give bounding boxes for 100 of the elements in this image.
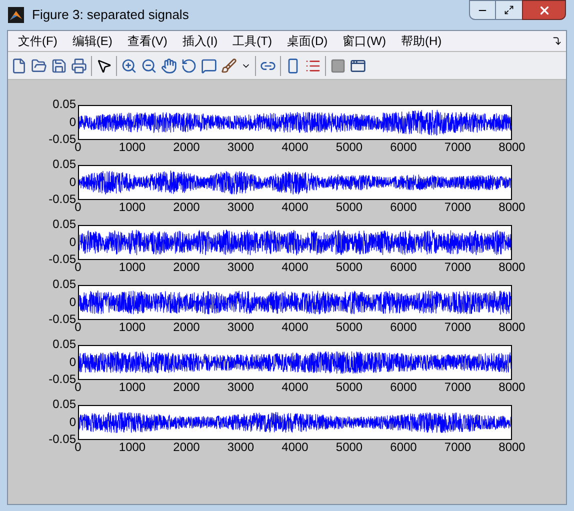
y-tick-label: -0.05 [48,133,76,145]
x-tick-label: 5000 [336,141,363,153]
y-tick-label: 0 [69,176,76,188]
x-tick-label: 0 [74,321,82,333]
y-tick-label: -0.05 [48,193,76,205]
square-icon[interactable] [330,58,346,74]
y-tick-label: 0.05 [52,98,76,110]
x-tick-label: 3000 [227,261,254,273]
y-tick-label: -0.05 [48,313,76,325]
menu-arrow-icon[interactable] [552,36,562,46]
menu-item[interactable]: 桌面(D) [280,32,334,50]
x-tick-label: 8000 [498,201,526,213]
y-tick-label: -0.05 [48,433,76,445]
y-tick-label: 0 [69,356,76,368]
close-button[interactable] [522,0,566,20]
y-tick-label: 0.05 [52,398,76,410]
x-tick-label: 7000 [444,441,472,453]
x-tick-label: 4000 [282,141,308,153]
y-tick-label: 0.05 [52,158,76,170]
x-tick-label: 1000 [118,381,146,393]
print-icon[interactable] [71,58,87,74]
y-tick-label: -0.05 [48,253,76,265]
x-tick-label: 5000 [336,261,363,273]
menu-item[interactable]: 工具(T) [226,32,278,50]
x-tick-label: 7000 [444,381,472,393]
x-tick-label: 2000 [173,321,200,333]
x-tick-label: 3000 [227,381,254,393]
x-tick-label: 0 [74,141,82,153]
x-tick-label: 5000 [336,321,363,333]
x-tick-label: 8000 [498,141,526,153]
x-tick-label: 6000 [390,261,417,273]
y-tick-label: 0 [69,416,76,428]
menu-item[interactable]: 编辑(E) [66,32,118,50]
x-tick-label: 3000 [227,201,254,213]
x-tick-label: 5000 [336,201,363,213]
x-tick-label: 4000 [282,321,308,333]
x-tick-label: 7000 [444,261,472,273]
menu-item[interactable]: 查看(V) [121,32,174,50]
x-tick-label: 6000 [390,321,417,333]
x-tick-label: 5000 [336,381,363,393]
brush-icon[interactable] [221,58,237,74]
x-tick-label: 3000 [227,141,254,153]
x-tick-label: 1000 [118,141,146,153]
zoom-in-icon[interactable] [121,58,137,74]
y-tick-label: 0 [69,296,76,308]
data-cursor-icon[interactable] [201,58,217,74]
x-tick-label: 1000 [118,321,146,333]
y-tick-label: 0.05 [52,338,76,350]
y-tick-label: 0.05 [52,218,76,230]
y-tick-label: -0.05 [48,373,76,385]
x-tick-label: 0 [74,201,82,213]
maximize-icon [504,5,514,15]
x-tick-label: 8000 [498,261,526,273]
x-tick-label: 1000 [118,201,146,213]
x-tick-label: 4000 [282,261,308,273]
x-tick-label: 8000 [498,381,526,393]
x-tick-label: 6000 [390,381,417,393]
pointer-icon[interactable] [96,58,112,74]
y-tick-label: 0 [69,236,76,248]
x-tick-label: 4000 [282,201,308,213]
new-file-icon[interactable] [11,58,27,74]
x-tick-label: 7000 [444,141,472,153]
x-tick-label: 7000 [444,201,472,213]
x-tick-label: 1000 [118,441,146,453]
x-tick-label: 4000 [282,441,308,453]
x-tick-label: 8000 [498,321,526,333]
app-icon [8,7,24,23]
window-title: Figure 3: separated signals [32,6,189,24]
x-tick-label: 6000 [390,201,417,213]
x-tick-label: 7000 [444,321,472,333]
x-tick-label: 3000 [227,321,254,333]
x-tick-label: 3000 [227,441,254,453]
legend-icon[interactable] [305,58,321,74]
x-tick-label: 2000 [173,381,200,393]
x-tick-label: 5000 [336,441,363,453]
y-tick-label: 0.05 [52,278,76,290]
x-tick-label: 4000 [282,381,308,393]
close-icon [538,4,550,16]
folder-icon[interactable] [31,58,47,74]
x-tick-label: 0 [74,261,82,273]
minimize-button[interactable] [469,0,496,20]
x-tick-label: 6000 [390,441,417,453]
hand-icon[interactable] [161,58,177,74]
save-icon[interactable] [51,58,67,74]
x-tick-label: 2000 [173,261,200,273]
maximize-button[interactable] [496,0,522,20]
x-tick-label: 8000 [498,441,526,453]
menu-item[interactable]: 文件(F) [12,32,64,50]
x-tick-label: 1000 [118,261,146,273]
menu-item[interactable]: 插入(I) [176,32,224,50]
rotate-icon[interactable] [181,58,197,74]
menu-item[interactable]: 窗口(W) [336,32,392,50]
x-tick-label: 0 [74,381,82,393]
window-icon[interactable] [350,58,366,74]
x-tick-label: 2000 [173,201,200,213]
menu-item[interactable]: 帮助(H) [394,32,448,50]
x-tick-label: 6000 [390,141,417,153]
zoom-out-icon[interactable] [141,58,157,74]
x-tick-label: 2000 [173,141,200,153]
x-tick-label: 2000 [173,441,200,453]
